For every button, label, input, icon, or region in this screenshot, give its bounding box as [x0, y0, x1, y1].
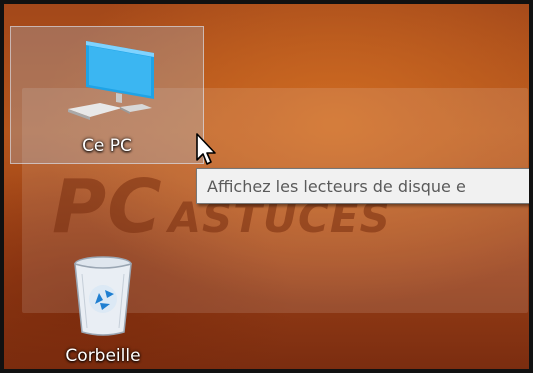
desktop-screenshot: PC ASTUCES Ce PC Corbeille Affichez les …: [0, 0, 533, 373]
tooltip: Affichez les lecteurs de disque e: [196, 168, 529, 204]
tooltip-text: Affichez les lecteurs de disque e: [207, 177, 466, 196]
recycle-bin-icon: [74, 256, 132, 336]
computer-icon: [68, 41, 154, 120]
corbeille-label: Corbeille: [65, 346, 141, 366]
mouse-cursor-icon: [196, 133, 216, 165]
desktop-icon-corbeille[interactable]: Corbeille: [48, 249, 158, 369]
watermark-pc-text: PC: [52, 164, 163, 250]
ce-pc-label: Ce PC: [82, 136, 132, 156]
desktop-icon-ce-pc[interactable]: Ce PC: [10, 26, 204, 164]
